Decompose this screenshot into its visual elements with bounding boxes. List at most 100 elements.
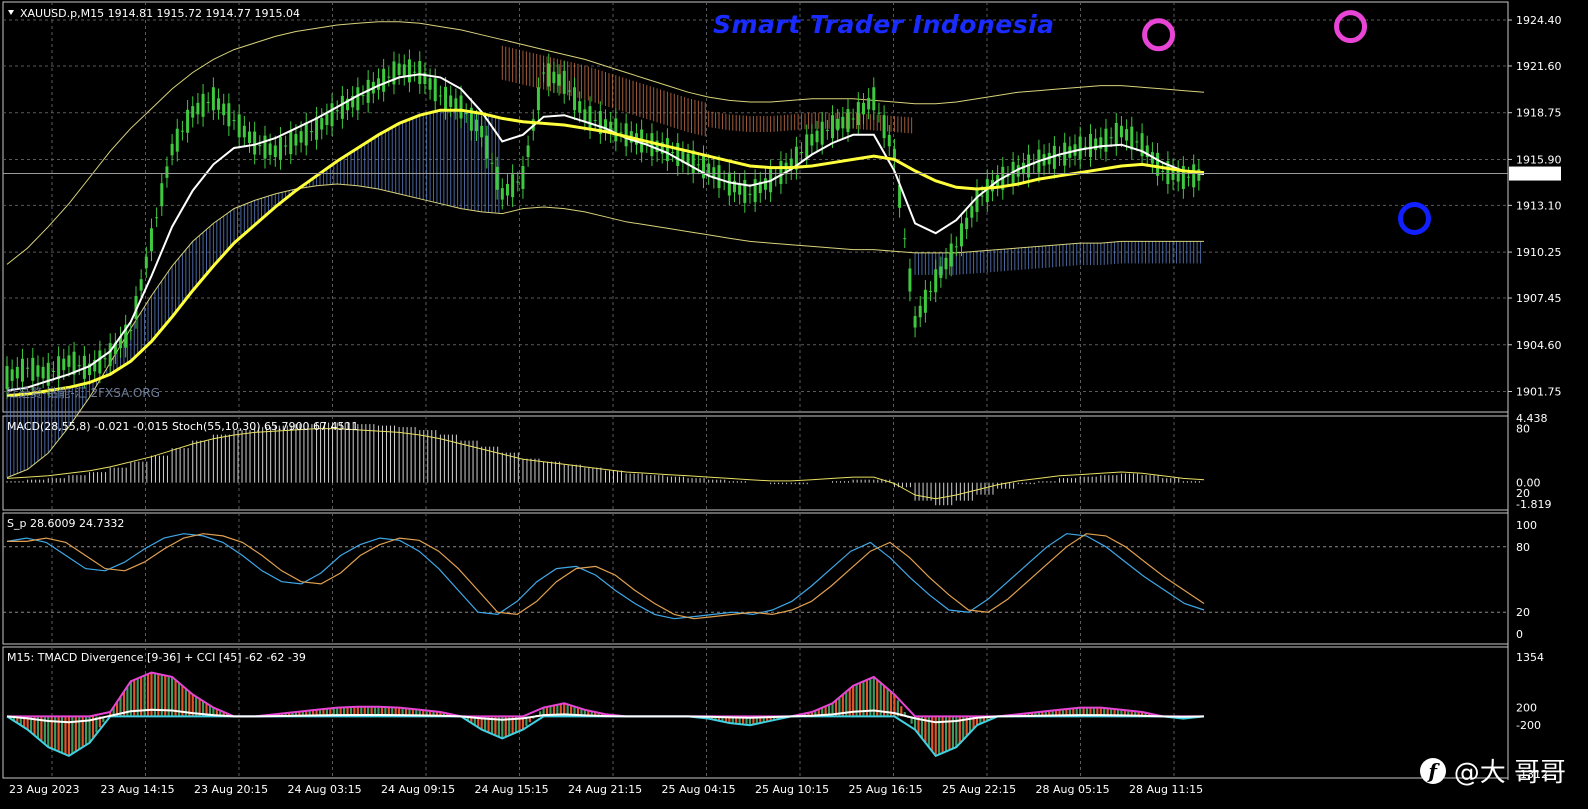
x-tick-label: 25 Aug 04:15 [662, 783, 736, 796]
candle-body [650, 133, 654, 157]
x-tick-label: 24 Aug 21:15 [568, 783, 642, 796]
macd-title: MACD(28,55,8) -0.021 -0.015 Stoch(55,10,… [7, 420, 359, 433]
candle-body [490, 162, 494, 164]
candle-body [887, 134, 891, 147]
candle-body [444, 86, 448, 110]
candle-body [103, 358, 107, 360]
candle-body [763, 178, 767, 190]
x-tick-label: 24 Aug 15:15 [475, 783, 549, 796]
candle-body [206, 102, 210, 104]
candle-body [175, 128, 179, 152]
candle-body [387, 76, 391, 78]
candle-body [526, 145, 530, 157]
candle-body [516, 181, 520, 183]
candle-body [960, 223, 964, 247]
candle-body [1125, 129, 1129, 141]
candle-body [129, 330, 133, 331]
candle-body [186, 109, 190, 133]
candle-body [614, 118, 618, 142]
candle-body [567, 90, 571, 92]
candle-body [552, 71, 556, 84]
y-tick-label: 1907.45 [1516, 292, 1562, 305]
candle-body [1078, 136, 1082, 160]
candle-body [939, 266, 943, 278]
candle-body [51, 371, 55, 372]
candle-body [500, 188, 504, 200]
candle-body [511, 174, 515, 198]
candle-body [15, 366, 19, 379]
tmacd-y-tick: -200 [1516, 719, 1541, 732]
candle-body [418, 61, 422, 84]
sp-y-tick: 100 [1516, 519, 1537, 532]
sp-y-tick: 20 [1516, 606, 1530, 619]
candle-body [1161, 170, 1165, 172]
candle-body [335, 110, 339, 112]
candle-body [330, 103, 334, 127]
candle-body [315, 116, 319, 140]
candle-body [562, 70, 566, 94]
x-tick-label: 24 Aug 09:15 [381, 783, 455, 796]
candle-body [180, 130, 184, 132]
trading-chart[interactable]: 23 Aug 2023 23 Aug 14:15 23 Aug 20:15 24 Au… [0, 0, 1588, 809]
candle-body [407, 59, 411, 83]
candle-body [779, 161, 783, 185]
candle-body [1187, 176, 1191, 178]
candle-body [211, 87, 215, 111]
candle-body [536, 87, 540, 111]
candle-body [820, 121, 824, 145]
candle-body [263, 135, 267, 159]
magenta-circle-marker [1334, 10, 1368, 44]
candle-body [717, 165, 721, 189]
pane-frame-3 [2, 646, 1509, 779]
macd-y-tick: 80 [1516, 423, 1530, 436]
candle-body [382, 68, 386, 92]
candle-body [696, 164, 700, 166]
candle-body [676, 143, 680, 166]
candle-body [851, 118, 855, 120]
candle-body [934, 269, 938, 293]
series-ma-yellow [6, 108, 1205, 398]
candle-body [258, 145, 262, 147]
y-tick-label: 1921.60 [1516, 60, 1562, 73]
candle-body [294, 134, 298, 146]
candle-body [727, 172, 731, 196]
candle-body [800, 152, 804, 154]
x-tick-label: 23 Aug 14:15 [101, 783, 175, 796]
candle-body [284, 145, 288, 147]
candle-body [702, 155, 706, 179]
x-tick-label: 24 Aug 03:15 [288, 783, 362, 796]
blue-circle-marker [1398, 201, 1432, 235]
macd-signal-line [6, 428, 1205, 500]
candle-body [309, 131, 313, 133]
candle-body [222, 103, 226, 116]
candle-body [289, 131, 293, 155]
candle-body [201, 93, 205, 117]
candle-body [438, 95, 442, 97]
candle-body [748, 193, 752, 195]
candle-body [743, 179, 747, 203]
tmacd-y-tick: 1354 [1516, 651, 1544, 664]
candle-body [970, 206, 974, 218]
candle-body [170, 143, 174, 156]
candle-body [480, 125, 484, 138]
candle-body [253, 131, 257, 155]
candle-body [872, 87, 876, 111]
x-tick-label: 25 Aug 22:15 [942, 783, 1016, 796]
candle-body [929, 291, 933, 293]
candle-body [273, 145, 277, 157]
candle-body [903, 238, 907, 240]
candle-body [98, 350, 102, 374]
sp-y-tick: 0 [1516, 628, 1523, 641]
sp-title: S_p 28.6009 24.7332 [7, 517, 124, 530]
candle-body [944, 257, 948, 270]
candle-body [242, 125, 246, 138]
candle-body [464, 113, 468, 115]
candle-body [908, 268, 912, 292]
social-handle: @大 哥哥 [1453, 758, 1566, 788]
candle-body [815, 130, 819, 143]
pane-frame-2 [2, 512, 1509, 645]
series-band-lower [6, 183, 1204, 479]
candle-body [753, 179, 757, 203]
candle-body [454, 98, 458, 110]
candle-body [980, 195, 984, 197]
